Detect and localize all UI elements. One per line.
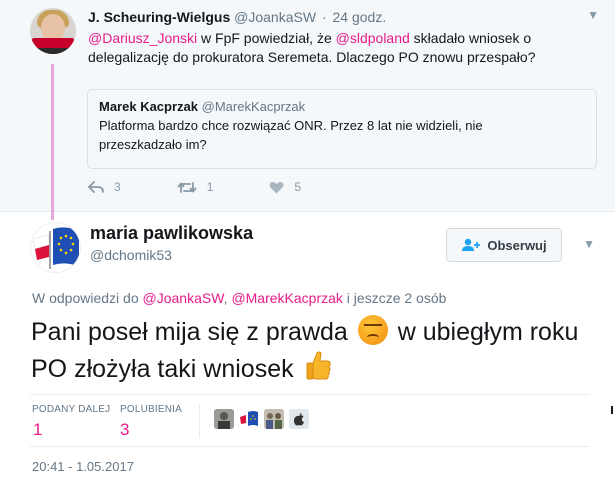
conversation-thread-line [51,64,54,220]
retweet-button[interactable]: 1 [177,180,214,194]
stats-vertical-divider [199,404,200,438]
stats-divider-top [30,394,590,395]
follow-button[interactable]: Obserwuj [446,228,562,262]
reply-icon [88,181,104,193]
parent-author-name[interactable]: J. Scheuring-Wielgus [88,9,230,25]
liker-avatar[interactable] [239,409,259,429]
reply-count: 3 [114,180,121,194]
quoted-tweet-text: Platforma bardzo chce rozwiązać ONR. Prz… [99,118,483,152]
parent-tweet[interactable]: J. Scheuring-Wielgus @JoankaSW · 24 godz… [0,0,615,220]
parent-author-avatar[interactable] [30,8,76,54]
main-more-chevron-icon[interactable]: ▼ [583,237,595,251]
tweet-text-segment: Pani poseł mija się z prawda [31,318,355,346]
liker-avatar[interactable] [214,409,234,429]
reply-mention-link[interactable]: @JoankaSW [143,290,224,306]
retweets-stat-value[interactable]: 1 [33,420,42,440]
reply-button[interactable]: 3 [88,180,121,194]
like-button[interactable]: 5 [269,180,301,194]
header-separator: · [321,9,327,25]
parent-tweet-actions: 3 1 5 [88,180,357,194]
likers-avatar-list [214,409,314,429]
parent-tweet-header: J. Scheuring-Wielgus @JoankaSW · 24 godz… [88,9,386,25]
reply-context: W odpowiedzi do @JoankaSW, @MarekKacprza… [32,290,446,306]
edge-marker [611,406,613,414]
liker-avatar[interactable] [264,409,284,429]
apple-icon [289,409,309,429]
follow-button-label: Obserwuj [487,237,547,253]
liker-avatar[interactable] [289,409,309,429]
reply-context-suffix[interactable]: i jeszcze 2 osób [343,290,447,306]
tweet-text-segment: w FpF powiedział, że [197,30,336,46]
main-author-handle[interactable]: @dchomik53 [90,247,172,263]
tweet-timestamp[interactable]: 20:41 - 1.05.2017 [32,459,134,474]
quoted-author-name: Marek Kacprzak [99,99,198,114]
quoted-tweet-header: Marek Kacprzak @MarekKacprzak [99,99,585,114]
thumbs-up-icon [306,351,331,380]
parent-tweet-time[interactable]: 24 godz. [333,9,387,25]
stats-divider-bottom [30,446,590,447]
retweet-count: 1 [206,180,214,194]
quoted-tweet[interactable]: Marek Kacprzak @MarekKacprzak Platforma … [87,89,597,169]
reply-context-prefix: W odpowiedzi do [32,290,143,306]
main-tweet-text: Pani poseł mija się z prawda w ubiegłym … [31,314,601,387]
mention-link[interactable]: @sldpoland [336,30,410,46]
likes-stat-label[interactable]: POLUBIENIA [120,404,182,415]
angry-face-icon [357,315,388,345]
quoted-author-handle: @MarekKacprzak [201,99,306,114]
add-user-icon [462,238,481,251]
parent-author-handle[interactable]: @JoankaSW [234,9,316,25]
mention-link[interactable]: @Dariusz_Jonski [88,30,197,46]
likes-stat-value[interactable]: 3 [120,420,129,440]
parent-more-chevron-icon[interactable]: ▼ [587,8,599,22]
main-author-name[interactable]: maria pawlikowska [90,223,253,244]
retweets-stat-label[interactable]: PODANY DALEJ [32,404,110,415]
parent-tweet-text: @Dariusz_Jonski w FpF powiedział, że @sl… [88,29,598,67]
like-count: 5 [294,180,302,194]
heart-icon [269,181,284,193]
reply-mention-link[interactable]: @MarekKacprzak [231,290,342,306]
main-author-avatar[interactable] [30,222,81,273]
retweet-icon [177,181,197,193]
